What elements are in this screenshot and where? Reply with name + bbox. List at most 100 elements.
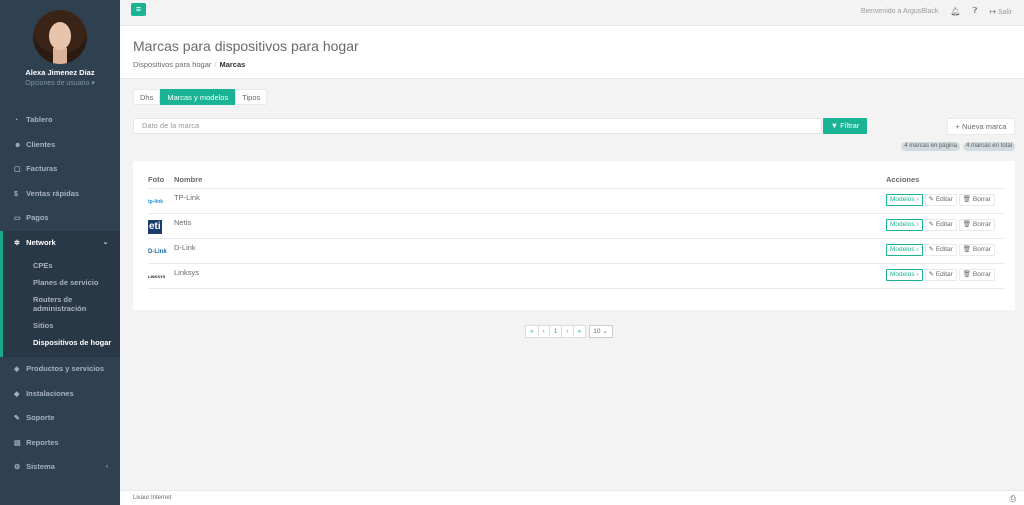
tab-marcas-modelos[interactable]: Marcas y modelos bbox=[160, 89, 236, 105]
footer: Livaur Internet ⎙ bbox=[120, 490, 1024, 505]
sidebar-item-reportes[interactable]: ▤ Reportes bbox=[0, 431, 120, 456]
network-icon: ✲ bbox=[14, 239, 20, 247]
models-button[interactable]: Modelos › bbox=[886, 219, 923, 231]
brand-name: Netis bbox=[174, 218, 192, 227]
delete-button[interactable]: 🗑︎ Borrar bbox=[958, 269, 995, 281]
row-actions: Modelos › ✎ Editar 🗑︎ Borrar bbox=[886, 219, 995, 231]
table-row: LINKSYS Linksys Modelos › ✎ Editar 🗑︎ Bo… bbox=[148, 264, 1005, 289]
dollar-icon: $ bbox=[14, 190, 18, 198]
page-heading: Marcas para dispositivos para hogar Disp… bbox=[120, 26, 1024, 79]
edit-button[interactable]: ✎ Editar bbox=[924, 219, 957, 231]
logout-icon: ↦ bbox=[989, 6, 997, 16]
sidebar-subitem-routers[interactable]: Routers de administración bbox=[3, 291, 120, 317]
edit-icon: ✎ bbox=[928, 271, 934, 278]
tab-dhs[interactable]: Dhs bbox=[133, 89, 161, 105]
plus-icon: + bbox=[955, 122, 960, 131]
bell-icon[interactable]: 🔔︎ bbox=[950, 7, 960, 16]
chevron-down-icon: ⌄ bbox=[602, 328, 608, 335]
col-header-foto: Foto bbox=[148, 175, 165, 184]
sidebar-item-clientes[interactable]: ☻ Clientes bbox=[0, 133, 120, 158]
delete-button[interactable]: 🗑︎ Borrar bbox=[958, 194, 995, 206]
sidebar-subitem-sitios[interactable]: Sitios bbox=[3, 317, 120, 334]
payment-icon: ▭ bbox=[14, 215, 21, 222]
last-page-button[interactable]: » bbox=[572, 325, 587, 338]
new-brand-button[interactable]: + Nueva marca bbox=[947, 118, 1015, 135]
breadcrumb-parent[interactable]: Dispositivos para hogar bbox=[133, 60, 211, 69]
print-icon[interactable]: ⎙ bbox=[1010, 491, 1016, 505]
sidebar-subitem-cpes[interactable]: CPEs bbox=[3, 257, 120, 274]
install-icon: ◆ bbox=[14, 390, 20, 398]
models-button[interactable]: Modelos › bbox=[886, 194, 923, 206]
table-row: eti Netis Modelos › ✎ Editar 🗑︎ Borrar bbox=[148, 214, 1005, 239]
dashboard-icon: ◔ bbox=[14, 117, 19, 124]
count-badges: 4 marcas en página 4 marcas en total bbox=[901, 142, 1015, 151]
brand-name: TP-Link bbox=[174, 193, 200, 202]
trash-icon: 🗑︎ bbox=[962, 221, 972, 228]
topbar-right: Bienvenido a ArgusBlack 🔔︎ ❓︎ ↦ Salir bbox=[861, 6, 1012, 16]
page-size-select[interactable]: 10 ⌄ bbox=[589, 325, 614, 338]
brand-logo: tp-link bbox=[148, 199, 163, 205]
sidebar-item-sistema[interactable]: ⚙ Sistema ‹ bbox=[0, 455, 120, 480]
avatar[interactable] bbox=[33, 10, 87, 64]
welcome-text: Bienvenido a ArgusBlack bbox=[860, 7, 939, 15]
edit-button[interactable]: ✎ Editar bbox=[924, 269, 957, 281]
delete-button[interactable]: 🗑︎ Borrar bbox=[958, 244, 995, 256]
network-subnav: CPEs Planes de servicio Routers de admin… bbox=[0, 255, 120, 357]
reports-icon: ▤ bbox=[14, 439, 21, 447]
delete-button[interactable]: 🗑︎ Borrar bbox=[958, 219, 995, 231]
sidebar-subitem-dispositivos[interactable]: Dispositivos de hogar bbox=[3, 334, 120, 351]
row-actions: Modelos › ✎ Editar 🗑︎ Borrar bbox=[886, 244, 995, 256]
row-actions: Modelos › ✎ Editar 🗑︎ Borrar bbox=[886, 269, 995, 281]
models-button[interactable]: Modelos › bbox=[886, 244, 923, 256]
page-1-button[interactable]: 1 bbox=[548, 325, 563, 338]
filter-button[interactable]: ▼ Filtrar bbox=[823, 118, 867, 134]
sidebar-item-instalaciones[interactable]: ◆ Instalaciones bbox=[0, 382, 120, 407]
first-page-button[interactable]: « bbox=[525, 325, 539, 338]
brand-name: Linksys bbox=[174, 268, 200, 277]
trash-icon: 🗑︎ bbox=[962, 246, 972, 253]
cogs-icon: ⚙ bbox=[14, 464, 21, 471]
models-button[interactable]: Modelos › bbox=[886, 269, 923, 281]
sidebar-item-pagos[interactable]: ▭ Pagos bbox=[0, 206, 120, 231]
table-row: D-Link D-Link Modelos › ✎ Editar 🗑︎ Borr… bbox=[148, 239, 1005, 264]
brand-name: D-Link bbox=[174, 243, 196, 252]
col-header-nombre: Nombre bbox=[174, 175, 203, 184]
brand-logo: D-Link bbox=[148, 249, 167, 255]
sidebar-item-facturas[interactable]: ▢ Facturas bbox=[0, 157, 120, 182]
hamburger-icon: ≡ bbox=[135, 4, 142, 14]
hamburger-menu-button[interactable]: ≡ bbox=[131, 3, 146, 16]
col-header-acciones: Acciones bbox=[886, 175, 920, 184]
table-header: Foto Nombre Acciones bbox=[148, 175, 1005, 189]
table-row: tp-link TP-Link Modelos › ✎ Editar 🗑︎ Bo… bbox=[148, 189, 1005, 214]
filter-icon: ▼ bbox=[830, 121, 839, 130]
trash-icon: 🗑︎ bbox=[962, 271, 972, 278]
sidebar-item-tablero[interactable]: ◔ Tablero bbox=[0, 108, 120, 133]
sidebar-item-soporte[interactable]: ✎ Soporte bbox=[0, 406, 120, 431]
sidebar: Alexa Jimenez Diaz Opciones de usuario ▾… bbox=[0, 0, 120, 505]
breadcrumb-current: Marcas bbox=[219, 60, 246, 69]
trash-icon: 🗑︎ bbox=[962, 196, 972, 203]
edit-icon: ✎ bbox=[928, 246, 934, 253]
brand-logo: LINKSYS bbox=[148, 274, 166, 279]
sidebar-item-network[interactable]: ✲ Network ⌄ bbox=[0, 230, 120, 255]
edit-icon: ✎ bbox=[928, 196, 934, 203]
page-title: Marcas para dispositivos para hogar bbox=[133, 38, 359, 54]
user-options-dropdown[interactable]: Opciones de usuario ▾ bbox=[0, 79, 120, 87]
help-icon[interactable]: ❓︎ bbox=[973, 6, 978, 16]
brand-search-input[interactable]: Dato de la marca bbox=[133, 118, 822, 134]
edit-button[interactable]: ✎ Editar bbox=[924, 244, 957, 256]
chevron-left-icon: ‹ bbox=[106, 464, 108, 470]
logout-link[interactable]: ↦ Salir bbox=[989, 7, 1012, 16]
sidebar-subitem-planes[interactable]: Planes de servicio bbox=[3, 274, 120, 291]
chevron-down-icon: ⌄ bbox=[102, 239, 108, 246]
pagination: « ‹ 1 › » 10 ⌄ bbox=[525, 325, 614, 338]
tag-icon: ◈ bbox=[14, 366, 20, 373]
row-actions: Modelos › ✎ Editar 🗑︎ Borrar bbox=[886, 194, 995, 206]
edit-button[interactable]: ✎ Editar bbox=[924, 194, 957, 206]
sidebar-item-ventas[interactable]: $ Ventas rápidas bbox=[0, 182, 120, 207]
brand-logo: eti bbox=[148, 220, 162, 234]
sidebar-item-productos[interactable]: ◈ Productos y servicios bbox=[0, 357, 120, 382]
user-name: Alexa Jimenez Diaz bbox=[25, 68, 95, 77]
tab-tipos[interactable]: Tipos bbox=[235, 89, 268, 105]
users-icon: ☻ bbox=[14, 141, 22, 149]
